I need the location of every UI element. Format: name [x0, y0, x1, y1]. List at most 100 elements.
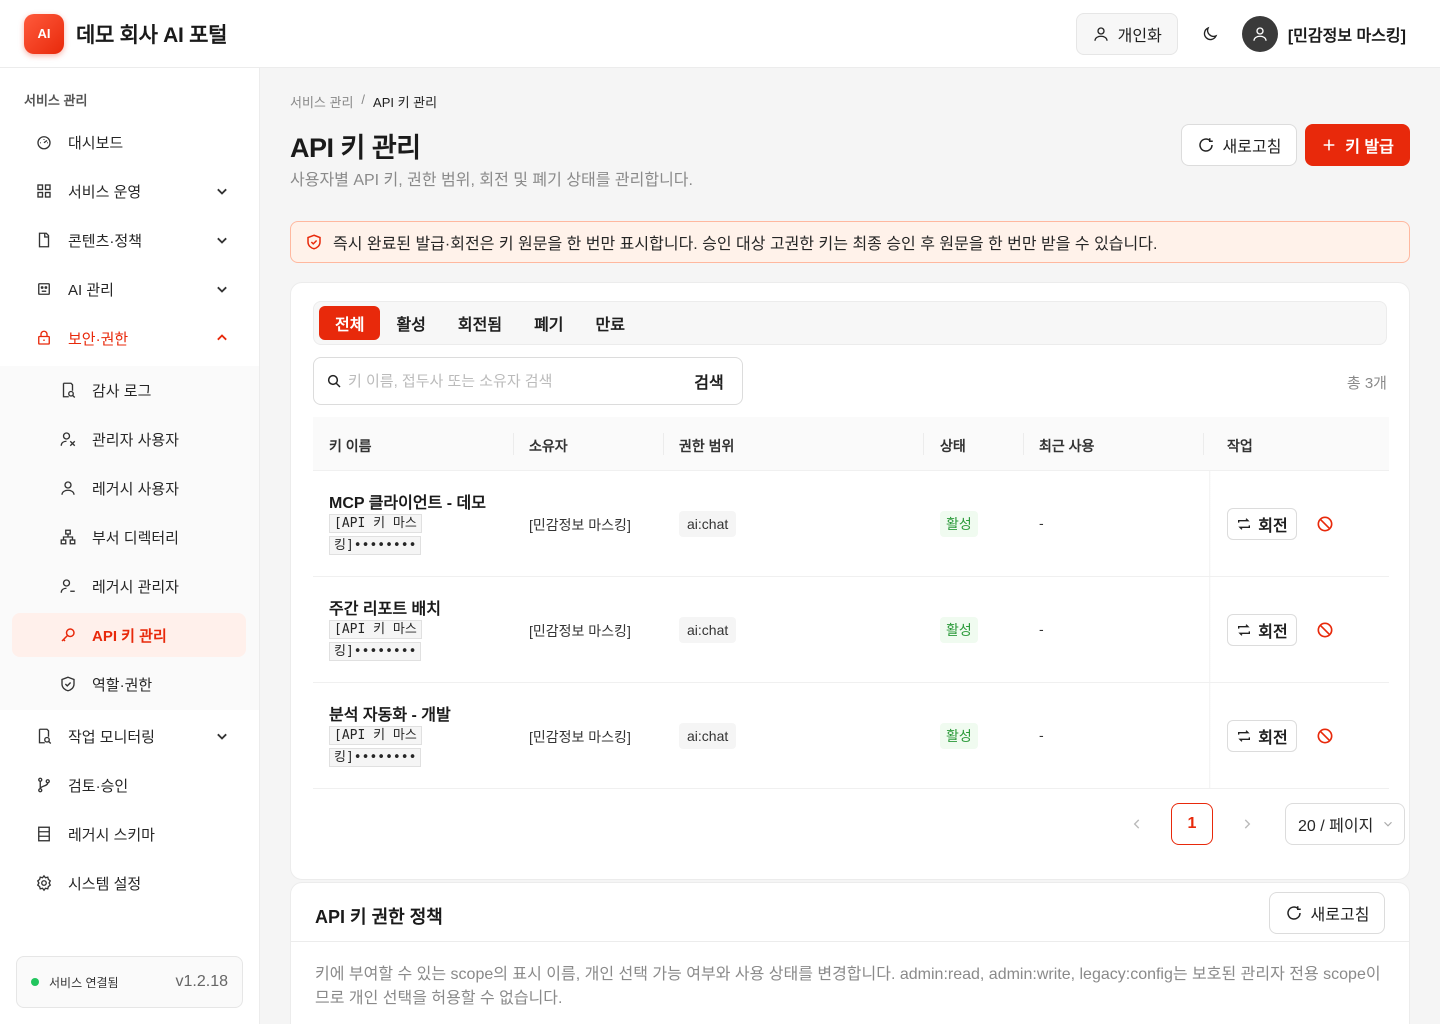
- chevron-down-icon: [212, 230, 232, 250]
- scope-policy-card: API 키 권한 정책 새로고침 키에 부여할 수 있는 scope의 표시 이…: [290, 882, 1410, 1024]
- revoke-button[interactable]: [1315, 620, 1335, 640]
- document-icon: [32, 228, 56, 252]
- sidebar-item-dashboard[interactable]: 대시보드: [12, 120, 246, 164]
- page-number-button[interactable]: 1: [1171, 803, 1213, 845]
- breadcrumb-parent[interactable]: 서비스 관리: [290, 92, 353, 111]
- page-size-value: 20 / 페이지: [1298, 818, 1374, 835]
- moon-icon: [1201, 25, 1219, 43]
- last-used: -: [1039, 515, 1044, 531]
- sidebar-item-label: 부서 디렉터리: [92, 529, 179, 547]
- user-settings-icon: [56, 574, 80, 598]
- prev-page-button[interactable]: [1121, 808, 1153, 840]
- schema-icon: [32, 822, 56, 846]
- rotate-button[interactable]: 회전: [1227, 508, 1297, 540]
- pagination: 1 20 / 페이지: [1121, 803, 1405, 845]
- rotate-button[interactable]: 회전: [1227, 720, 1297, 752]
- grid-icon: [32, 179, 56, 203]
- tab-active[interactable]: 활성: [380, 306, 441, 340]
- fixed-column-shadow: [1209, 471, 1211, 576]
- refresh-icon: [1197, 136, 1215, 154]
- table-row: MCP 클라이언트 - 데모 [API 키 마스킹]•••••••• [민감정보…: [313, 471, 1389, 577]
- divider: [291, 941, 1409, 942]
- tab-all[interactable]: 전체: [319, 306, 381, 340]
- status-tabs: 전체 활성 회전됨 폐기 만료: [313, 301, 1387, 345]
- column-separator: [923, 433, 924, 455]
- sidebar-item-legacy-schema[interactable]: 레거시 스키마: [12, 812, 246, 856]
- page-size-select[interactable]: 20 / 페이지: [1285, 803, 1405, 845]
- sidebar-item-api-keys[interactable]: API 키 관리: [12, 613, 246, 657]
- issue-key-button[interactable]: 키 발급: [1305, 124, 1410, 166]
- sidebar-item-dept-directory[interactable]: 부서 디렉터리: [12, 515, 246, 559]
- shield-icon: [56, 672, 80, 696]
- header-actions: 개인화 [민감정보 마스킹]: [1075, 12, 1416, 55]
- tab-expired[interactable]: 만료: [580, 306, 641, 340]
- key-name: 분석 자동화 - 개발: [329, 707, 451, 724]
- refresh-button[interactable]: 새로고침: [1181, 124, 1297, 166]
- dashboard-icon: [32, 130, 56, 154]
- app-logo[interactable]: AI: [24, 13, 64, 54]
- user-menu[interactable]: [민감정보 마스킹]: [1241, 15, 1406, 52]
- status-dot: [31, 978, 39, 986]
- sidebar-item-legacy-users[interactable]: 레거시 사용자: [12, 466, 246, 510]
- column-header-actions: 작업: [1227, 438, 1253, 454]
- page-title: API 키 관리: [290, 133, 421, 163]
- column-separator: [513, 433, 514, 455]
- sidebar-item-audit-log[interactable]: 감사 로그: [12, 368, 246, 412]
- ban-icon: [1315, 620, 1335, 640]
- monitor-icon: [32, 724, 56, 748]
- sidebar-item-roles[interactable]: 역할·권한: [12, 662, 246, 706]
- tab-revoked[interactable]: 폐기: [518, 306, 579, 340]
- app-title[interactable]: 데모 회사 AI 포털: [76, 19, 227, 49]
- sidebar-item-content-policy[interactable]: 콘텐츠·정책: [12, 218, 246, 262]
- sidebar-item-label: 검토·승인: [68, 777, 129, 795]
- key-owner: [민감정보 마스킹]: [529, 517, 631, 533]
- sidebar-item-legacy-admins[interactable]: 레거시 관리자: [12, 564, 246, 608]
- key-prefix: [API 키 마스킹]••••••••: [329, 619, 425, 663]
- chevron-down-icon: [212, 279, 232, 299]
- chevron-down-icon: [212, 726, 232, 746]
- revoke-button[interactable]: [1315, 726, 1335, 746]
- sidebar-item-system-settings[interactable]: 시스템 설정: [12, 861, 246, 905]
- search-input[interactable]: [348, 372, 676, 390]
- breadcrumb-separator: /: [361, 92, 366, 107]
- last-used: -: [1039, 621, 1044, 637]
- sidebar-item-label: 대시보드: [68, 134, 124, 152]
- page-description: 사용자별 API 키, 권한 범위, 회전 및 폐기 상태를 관리합니다.: [290, 172, 693, 189]
- policy-description: 키에 부여할 수 있는 scope의 표시 이름, 개인 선택 가능 여부와 사…: [315, 966, 1381, 1007]
- breadcrumb: 서비스 관리 / API 키 관리: [290, 92, 437, 111]
- lock-icon: [32, 326, 56, 350]
- sidebar-item-service-ops[interactable]: 서비스 운영: [12, 169, 246, 213]
- table-header: 키 이름 소유자 권한 범위 상태 최근 사용 작업: [313, 417, 1389, 471]
- sidebar-item-label: API 키 관리: [92, 627, 167, 645]
- rotate-button[interactable]: 회전: [1227, 614, 1297, 646]
- sidebar-item-job-monitor[interactable]: 작업 모니터링: [12, 714, 246, 758]
- shield-check-icon: [305, 233, 323, 251]
- main-content: 서비스 관리 / API 키 관리 API 키 관리 사용자별 API 키, 권…: [260, 68, 1440, 1024]
- policy-refresh-button[interactable]: 새로고침: [1269, 892, 1385, 934]
- search-button[interactable]: 검색: [676, 358, 742, 404]
- tab-rotated[interactable]: 회전됨: [442, 306, 518, 340]
- sidebar-item-label: AI 관리: [68, 281, 114, 299]
- scope-tag: ai:chat: [679, 617, 737, 643]
- sidebar-item-admin-users[interactable]: 관리자 사용자: [12, 417, 246, 461]
- search-icon: [326, 373, 342, 389]
- sidebar-section-label: 서비스 관리: [24, 93, 88, 108]
- key-prefix-code: [API 키 마스킹]••••••••: [329, 726, 422, 767]
- total-count: 총 3개: [1346, 375, 1387, 392]
- chevron-down-icon: [1381, 817, 1395, 831]
- api-key-table: 키 이름 소유자 권한 범위 상태 최근 사용 작업 MCP 클라이언트 - 데…: [313, 417, 1389, 789]
- sidebar-item-label: 관리자 사용자: [92, 431, 179, 449]
- personalize-button[interactable]: 개인화: [1075, 12, 1178, 55]
- policy-title: API 키 권한 정책: [315, 907, 443, 927]
- user-icon: [56, 476, 80, 500]
- sidebar-item-label: 서비스 운영: [68, 183, 142, 201]
- revoke-button[interactable]: [1315, 514, 1335, 534]
- key-prefix-code: [API 키 마스킹]••••••••: [329, 514, 422, 555]
- status-badge: 활성: [940, 511, 978, 537]
- theme-toggle-button[interactable]: [1192, 16, 1228, 52]
- next-page-button[interactable]: [1231, 808, 1263, 840]
- sidebar-item-ai-admin[interactable]: AI 관리: [12, 267, 246, 311]
- sidebar-item-review[interactable]: 검토·승인: [12, 763, 246, 807]
- key-prefix: [API 키 마스킹]••••••••: [329, 513, 425, 557]
- sidebar-item-security[interactable]: 보안·권한: [12, 316, 246, 360]
